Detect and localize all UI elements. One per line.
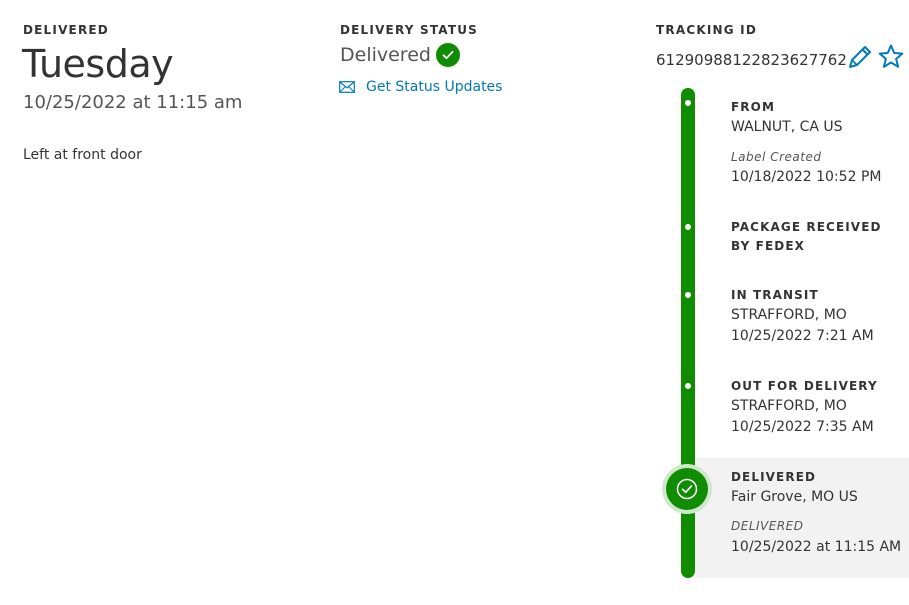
tracking-id-value: 61290988122823627762 — [656, 51, 847, 69]
delivered-check-icon — [666, 468, 708, 510]
get-status-updates-text: Get Status Updates — [366, 79, 503, 95]
delivery-day: Tuesday — [22, 42, 174, 86]
delivery-status-text: Delivered — [340, 44, 431, 66]
timeline-event-title: IN TRANSIT — [731, 288, 819, 302]
envelope-icon — [339, 81, 355, 93]
timeline-event-location: Fair Grove, MO US — [731, 489, 858, 505]
timeline-event-title: OUT FOR DELIVERY — [731, 379, 878, 393]
check-circle-icon — [435, 43, 460, 67]
timeline-dot — [685, 224, 691, 230]
timeline-event-sub: DELIVERED — [731, 519, 804, 533]
timeline-event-time: 10/25/2022 at 11:15 AM — [731, 539, 902, 555]
timeline-event-sub: Label Created — [731, 150, 822, 164]
timeline-event-time: 10/25/2022 7:21 AM — [731, 328, 874, 344]
star-icon[interactable] — [877, 43, 905, 71]
timeline-event-title: FROM — [731, 100, 775, 114]
delivery-status: Delivered — [340, 43, 460, 67]
timeline-dot — [685, 383, 691, 389]
timeline-event-location: WALNUT, CA US — [731, 119, 843, 135]
timeline-event-time: 10/25/2022 7:35 AM — [731, 419, 874, 435]
delivery-status-label: DELIVERY STATUS — [340, 23, 479, 37]
timeline-event-location: STRAFFORD, MO — [731, 307, 847, 323]
timeline-dot — [685, 100, 691, 106]
get-status-updates-link[interactable]: Get Status Updates — [339, 79, 502, 95]
tracking-id-label: TRACKING ID — [656, 23, 757, 37]
timeline-event-time: 10/18/2022 10:52 PM — [731, 169, 882, 185]
delivery-datetime: 10/25/2022 at 11:15 am — [23, 92, 243, 113]
timeline-event-title: PACKAGE RECEIVED BY FEDEX — [731, 220, 882, 253]
timeline-event-location: STRAFFORD, MO — [731, 398, 847, 414]
timeline-event-title: DELIVERED — [731, 470, 817, 484]
delivery-note: Left at front door — [23, 147, 142, 163]
pencil-icon[interactable] — [846, 43, 874, 71]
timeline-dot — [685, 292, 691, 298]
delivered-label: DELIVERED — [23, 23, 109, 37]
